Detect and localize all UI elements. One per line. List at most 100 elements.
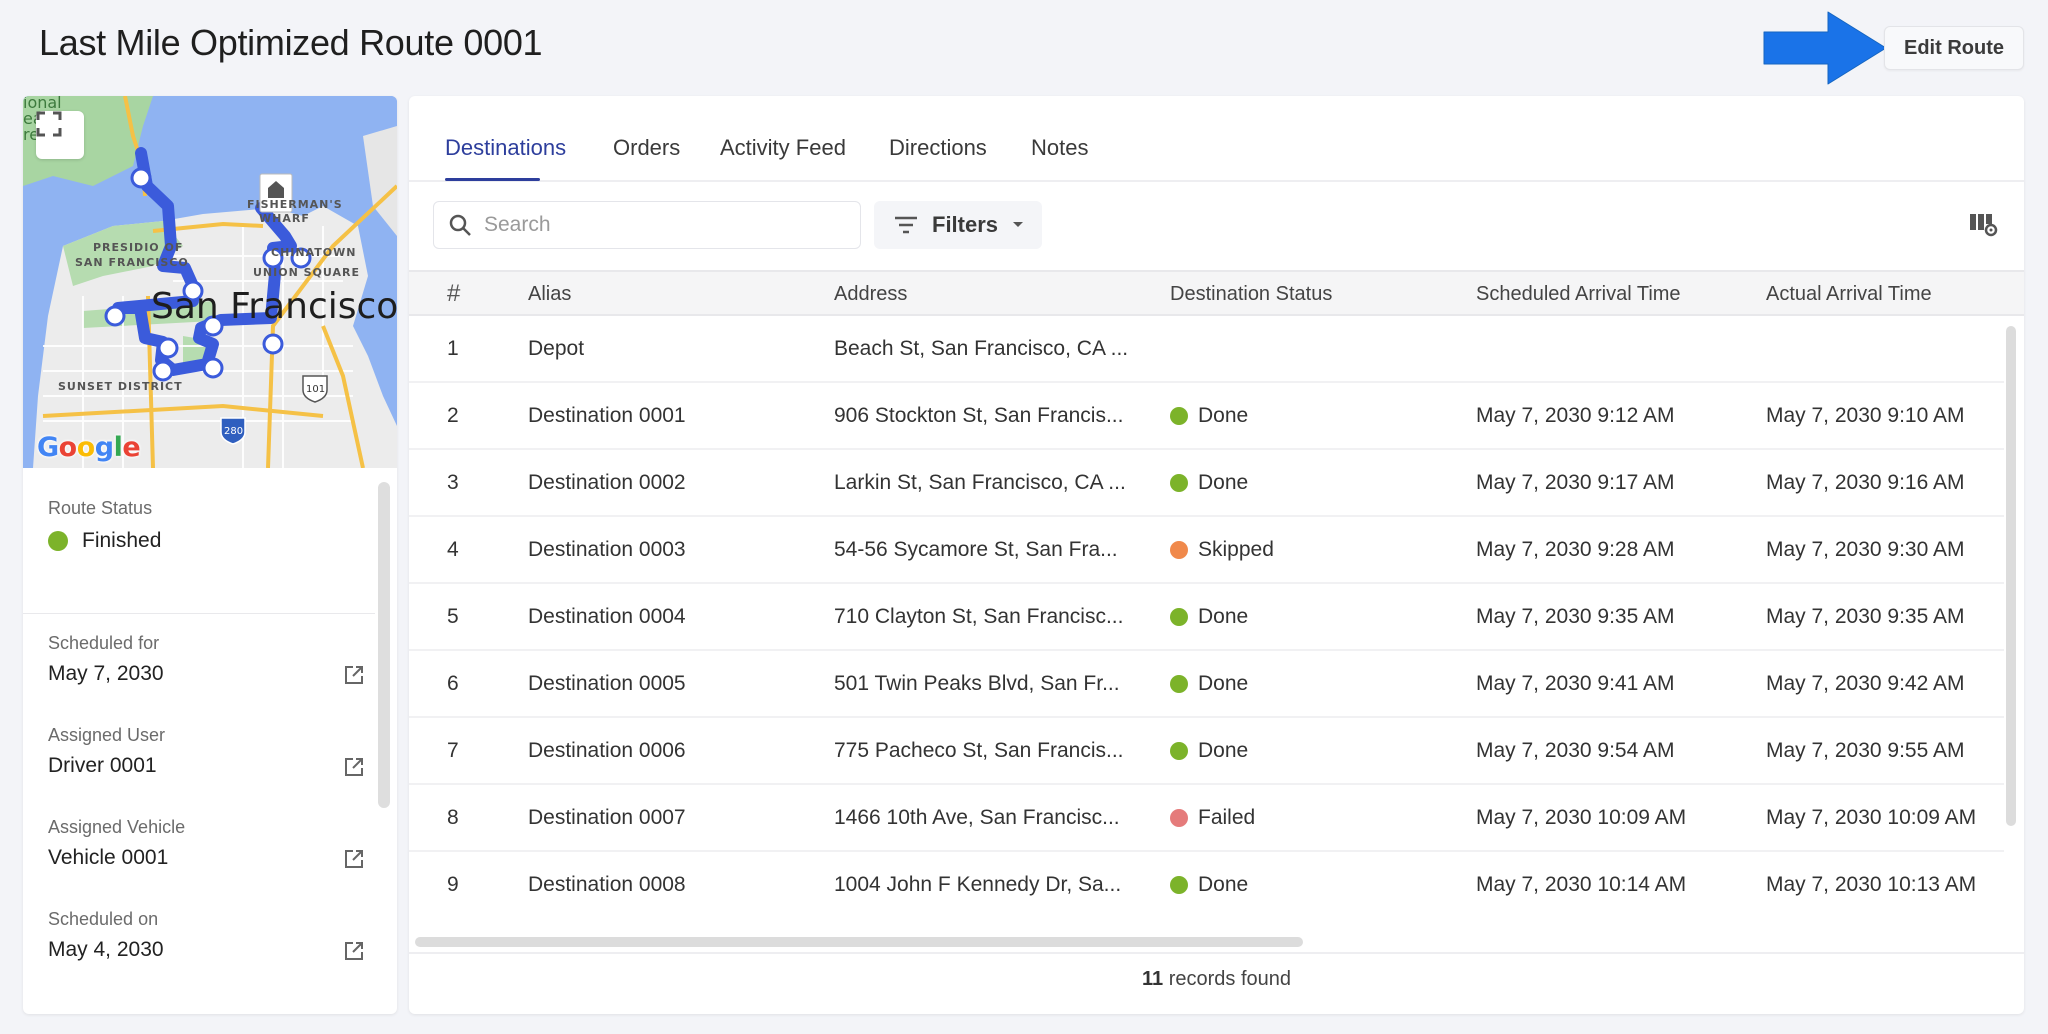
cell-number: 3 xyxy=(447,471,459,494)
status-dot-icon xyxy=(1170,876,1188,894)
search-box[interactable] xyxy=(433,201,861,249)
active-tab-indicator xyxy=(445,178,540,181)
table-row[interactable]: 5 Destination 0004 710 Clayton St, San Fra… xyxy=(409,584,2004,651)
cell-alias: Destination 0006 xyxy=(528,739,686,762)
cell-scheduled-arrival: May 7, 2030 9:12 AM xyxy=(1476,404,1675,427)
status-label: Done xyxy=(1198,471,1249,494)
cell-alias: Destination 0007 xyxy=(528,806,686,829)
cell-number: 6 xyxy=(447,672,459,695)
records-count: 11 records found xyxy=(409,968,2024,991)
svg-text:FISHERMAN'S: FISHERMAN'S xyxy=(247,198,343,211)
tab-bar: Destinations Orders Activity Feed Direct… xyxy=(409,96,2024,182)
search-input[interactable] xyxy=(484,213,844,237)
cell-number: 7 xyxy=(447,739,459,762)
table-row[interactable]: 3 Destination 0002 Larkin St, San Francisc… xyxy=(409,450,2004,517)
cell-number: 1 xyxy=(447,337,459,360)
cell-scheduled-arrival: May 7, 2030 9:54 AM xyxy=(1476,739,1675,762)
cell-status: Done xyxy=(1170,672,1248,696)
table-row[interactable]: 2 Destination 0001 906 Stockton St, San Fr… xyxy=(409,383,2004,450)
tab-notes[interactable]: Notes xyxy=(1031,135,1088,161)
cell-actual-arrival: May 7, 2030 9:10 AM xyxy=(1766,404,1965,427)
route-sidebar: FISHERMAN'S WHARF PRESIDIO OF SAN FRANCI… xyxy=(23,96,397,1014)
scheduled-on-field: Scheduled on May 4, 2030 xyxy=(48,909,378,962)
tab-destinations[interactable]: Destinations xyxy=(445,135,566,161)
table-row[interactable]: 4 Destination 0003 54-56 Sycamore St, San … xyxy=(409,517,2004,584)
fullscreen-button[interactable] xyxy=(36,111,84,159)
cell-alias: Destination 0001 xyxy=(528,404,686,427)
cell-address: 1466 10th Ave, San Francisc... xyxy=(834,806,1120,829)
status-label: Done xyxy=(1198,404,1249,427)
table-row[interactable]: 9 Destination 0008 1004 John F Kennedy Dr,… xyxy=(409,852,2004,916)
table-row[interactable]: 8 Destination 0007 1466 10th Ave, San Fran… xyxy=(409,785,2004,852)
column-header-alias[interactable]: Alias xyxy=(528,283,571,306)
filters-button[interactable]: Filters xyxy=(874,201,1042,249)
vertical-scrollbar[interactable] xyxy=(2006,326,2016,826)
column-settings-icon[interactable] xyxy=(1969,212,1999,238)
table-row[interactable]: 6 Destination 0005 501 Twin Peaks Blvd, Sa… xyxy=(409,651,2004,718)
svg-text:CHINATOWN: CHINATOWN xyxy=(271,246,356,259)
cell-actual-arrival: May 7, 2030 9:55 AM xyxy=(1766,739,1965,762)
pointer-arrow-icon xyxy=(1763,11,1887,85)
cell-number: 8 xyxy=(447,806,459,829)
status-dot-icon xyxy=(1170,809,1188,827)
info-scrollbar[interactable] xyxy=(378,482,390,808)
cell-actual-arrival: May 7, 2030 9:16 AM xyxy=(1766,471,1965,494)
table-row[interactable]: 1 Depot Beach St, San Francisco, CA ... xyxy=(409,316,2004,383)
column-header-destination-status[interactable]: Destination Status xyxy=(1170,283,1332,306)
status-dot-icon xyxy=(48,531,68,551)
column-header-actual-arrival[interactable]: Actual Arrival Time xyxy=(1766,283,1932,306)
records-count-number: 11 xyxy=(1141,968,1164,990)
google-logo: Google xyxy=(37,432,141,463)
scheduled-for-field: Scheduled for May 7, 2030 xyxy=(48,633,378,686)
cell-status: Done xyxy=(1170,873,1248,897)
route-info-panel: Route Status Finished Scheduled for May … xyxy=(23,468,397,1014)
tab-directions[interactable]: Directions xyxy=(889,135,987,161)
cell-scheduled-arrival: May 7, 2030 9:41 AM xyxy=(1476,672,1675,695)
status-dot-icon xyxy=(1170,608,1188,626)
cell-scheduled-arrival: May 7, 2030 9:17 AM xyxy=(1476,471,1675,494)
edit-route-button[interactable]: Edit Route xyxy=(1884,26,2024,70)
tab-orders[interactable]: Orders xyxy=(613,135,680,161)
filters-label: Filters xyxy=(932,212,999,237)
horizontal-scrollbar[interactable] xyxy=(415,937,1303,947)
route-status-value: Finished xyxy=(82,529,162,552)
route-map[interactable]: FISHERMAN'S WHARF PRESIDIO OF SAN FRANCI… xyxy=(23,96,397,468)
svg-text:UNION SQUARE: UNION SQUARE xyxy=(253,266,360,279)
status-label: Done xyxy=(1198,605,1249,628)
cell-address: Beach St, San Francisco, CA ... xyxy=(834,337,1129,360)
tab-activity-feed[interactable]: Activity Feed xyxy=(720,135,846,161)
column-header-scheduled-arrival[interactable]: Scheduled Arrival Time xyxy=(1476,283,1681,306)
status-dot-icon xyxy=(1170,675,1188,693)
cell-status: Done xyxy=(1170,404,1248,428)
status-label: Done xyxy=(1198,739,1249,762)
status-label: Skipped xyxy=(1198,538,1274,561)
column-header-number[interactable]: # xyxy=(447,280,460,308)
cell-address: 501 Twin Peaks Blvd, San Fr... xyxy=(834,672,1120,695)
svg-text:PRESIDIO OF: PRESIDIO OF xyxy=(93,241,183,254)
filter-icon xyxy=(895,216,917,234)
route-status-label: Route Status xyxy=(48,498,153,518)
footer-divider xyxy=(409,952,2024,954)
cell-number: 5 xyxy=(447,605,459,628)
table-row[interactable]: 7 Destination 0006 775 Pacheco St, San Fra… xyxy=(409,718,2004,785)
cell-alias: Destination 0005 xyxy=(528,672,686,695)
open-external-icon[interactable] xyxy=(342,847,366,871)
column-header-address[interactable]: Address xyxy=(834,283,907,306)
assigned-user-field: Assigned User Driver 0001 xyxy=(48,725,378,778)
svg-text:WHARF: WHARF xyxy=(259,212,310,225)
cell-alias: Destination 0008 xyxy=(528,873,686,896)
open-external-icon[interactable] xyxy=(342,663,366,687)
records-count-label: records found xyxy=(1163,968,1291,990)
cell-status: Done xyxy=(1170,605,1248,629)
open-external-icon[interactable] xyxy=(342,939,366,963)
table-body: 1 Depot Beach St, San Francisco, CA ... 2 De… xyxy=(409,316,2004,916)
status-dot-icon xyxy=(1170,407,1188,425)
cell-scheduled-arrival: May 7, 2030 10:09 AM xyxy=(1476,806,1687,829)
svg-text:280: 280 xyxy=(224,426,243,437)
cell-address: Larkin St, San Francisco, CA ... xyxy=(834,471,1126,494)
cell-status: Skipped xyxy=(1170,538,1274,562)
status-dot-icon xyxy=(1170,742,1188,760)
open-external-icon[interactable] xyxy=(342,755,366,779)
cell-alias: Destination 0004 xyxy=(528,605,686,628)
status-label: Done xyxy=(1198,672,1249,695)
